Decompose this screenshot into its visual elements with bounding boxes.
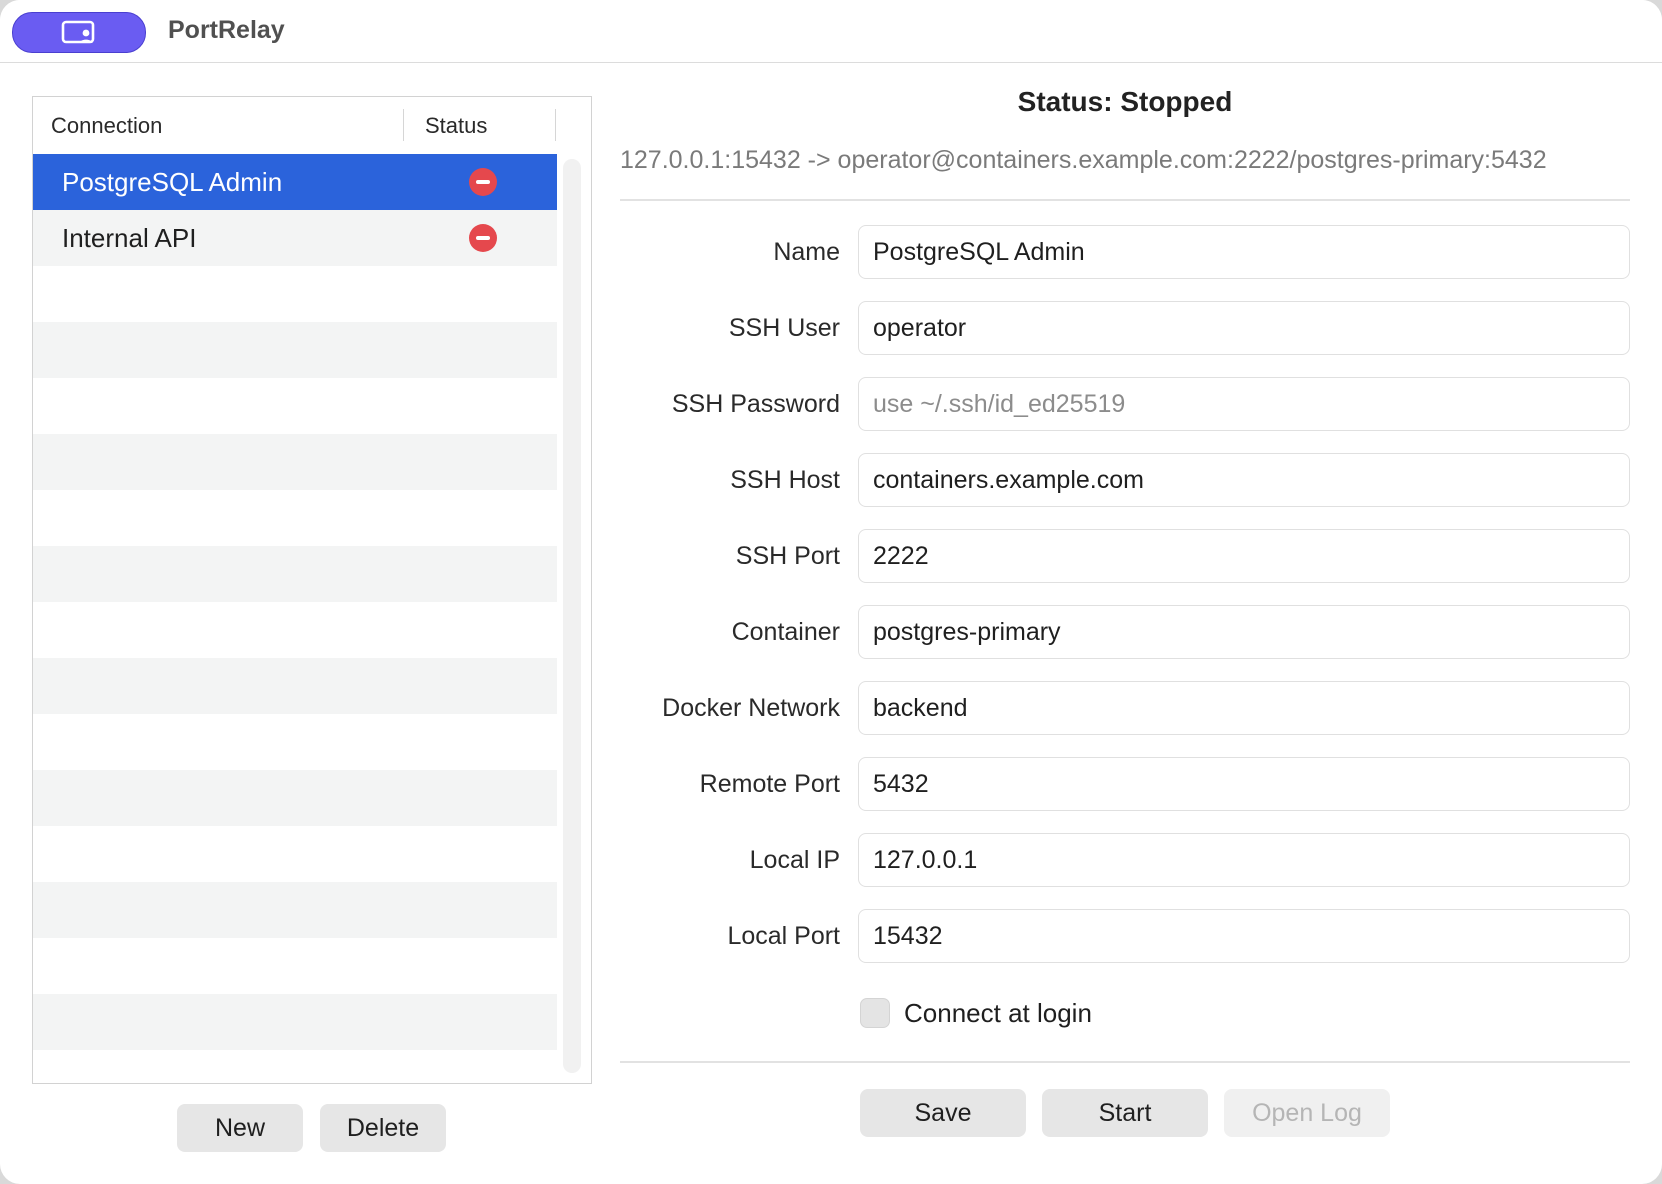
ssh-port-label: SSH Port — [735, 542, 840, 570]
list-item-label: PostgreSQL Admin — [62, 167, 283, 197]
list-rows: PostgreSQL Admin Internal API — [33, 154, 557, 1083]
empty-row — [33, 322, 557, 378]
start-button[interactable]: Start — [1042, 1089, 1208, 1137]
local-ip-input[interactable] — [858, 833, 1630, 887]
name-input[interactable] — [858, 225, 1630, 279]
open-log-button[interactable]: Open Log — [1224, 1089, 1390, 1137]
stopped-status-icon — [469, 224, 497, 252]
divider — [620, 1061, 1630, 1063]
connection-list: Connection Status PostgreSQL Admin Inter… — [32, 96, 592, 1084]
list-scrollbar[interactable] — [563, 159, 581, 1073]
remote-port-label: Remote Port — [699, 770, 840, 798]
app-window: PortRelay Connection Status PostgreSQL A… — [0, 0, 1662, 1184]
local-ip-label: Local IP — [749, 846, 840, 874]
local-port-label: Local Port — [727, 922, 840, 950]
empty-row — [33, 882, 557, 938]
column-divider[interactable] — [403, 109, 404, 141]
route-summary: 127.0.0.1:15432 -> operator@containers.e… — [620, 146, 1547, 174]
connect-at-login-checkbox[interactable] — [860, 998, 890, 1028]
stopped-status-icon — [469, 168, 497, 196]
empty-row — [33, 938, 557, 994]
empty-row — [33, 770, 557, 826]
ssh-password-label: SSH Password — [671, 390, 840, 418]
list-item-postgresql-admin[interactable]: PostgreSQL Admin — [33, 154, 557, 210]
empty-row — [33, 658, 557, 714]
connect-at-login-label[interactable]: Connect at login — [904, 998, 1092, 1029]
empty-row — [33, 434, 557, 490]
empty-row — [33, 266, 557, 322]
empty-row — [33, 1050, 557, 1083]
ssh-host-input[interactable] — [858, 453, 1630, 507]
empty-row — [33, 994, 557, 1050]
column-header-connection[interactable]: Connection — [51, 113, 162, 139]
ssh-user-label: SSH User — [728, 314, 840, 342]
container-input[interactable] — [858, 605, 1630, 659]
empty-row — [33, 714, 557, 770]
save-button[interactable]: Save — [860, 1089, 1026, 1137]
empty-row — [33, 826, 557, 882]
remote-user-icon — [61, 20, 95, 43]
docker-network-input[interactable] — [858, 681, 1630, 735]
name-label: Name — [773, 238, 840, 266]
column-divider[interactable] — [555, 109, 556, 141]
container-label: Container — [731, 618, 840, 646]
ssh-port-input[interactable] — [858, 529, 1630, 583]
column-header-status[interactable]: Status — [425, 113, 487, 139]
local-port-input[interactable] — [858, 909, 1630, 963]
ssh-user-input[interactable] — [858, 301, 1630, 355]
divider — [620, 199, 1630, 201]
remote-port-input[interactable] — [858, 757, 1630, 811]
list-header: Connection Status — [33, 97, 591, 153]
status-title: Status: Stopped — [1017, 86, 1233, 117]
docker-network-label: Docker Network — [662, 694, 840, 722]
title-bar: PortRelay — [0, 0, 1662, 63]
app-title: PortRelay — [168, 16, 285, 44]
ssh-host-label: SSH Host — [730, 466, 840, 494]
new-button[interactable]: New — [177, 1104, 303, 1152]
ssh-password-input[interactable] — [858, 377, 1630, 431]
app-badge-button[interactable] — [12, 12, 146, 53]
empty-row — [33, 546, 557, 602]
empty-row — [33, 490, 557, 546]
delete-button[interactable]: Delete — [320, 1104, 446, 1152]
empty-row — [33, 378, 557, 434]
list-item-label: Internal API — [62, 223, 197, 253]
list-item-internal-api[interactable]: Internal API — [33, 210, 557, 266]
empty-row — [33, 602, 557, 658]
